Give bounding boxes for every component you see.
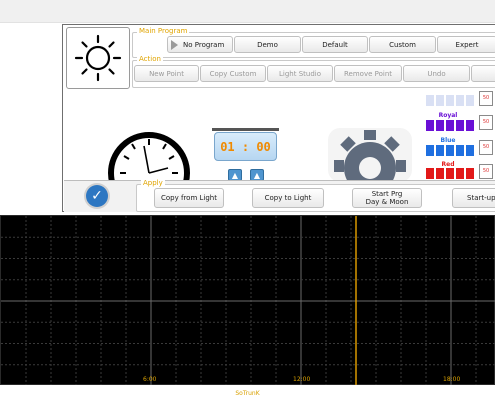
channel-label-red: Red [441,161,455,168]
channel-square [466,95,474,106]
checkmark-icon: ✓ [91,188,103,204]
channel-square [446,120,454,131]
channel-label-blue: Blue [440,137,456,144]
channel-square [466,168,474,179]
default-label: Default [322,40,348,49]
channel-square [446,145,454,156]
channel-square [426,168,434,179]
copy-from-light-button[interactable]: Copy from Light [154,188,224,208]
x-tick-label: 18:00 [443,376,461,383]
start-up-button[interactable]: Start-up se [452,188,495,208]
x-tick-label: 6:00 [143,376,157,383]
expert-label: Expert [455,40,479,49]
undo-button[interactable]: Undo [403,65,470,82]
expert-button[interactable]: Expert [437,36,495,53]
channel-square [456,145,464,156]
channel-square [436,168,444,179]
top-toolbar [0,0,495,23]
channel-value-input[interactable]: 50 [479,91,493,106]
timer-display: 01 : 00 [214,132,277,161]
remove-point-button[interactable]: Remove Point [334,65,402,82]
clock-icon[interactable] [104,128,194,184]
channel-square [446,168,454,179]
channel-square [436,145,444,156]
timer-bar [212,128,279,131]
channel-square [456,168,464,179]
channel-square [456,120,464,131]
apply-title: Apply [141,178,165,188]
demo-button[interactable]: Demo [234,36,301,53]
gear-icon[interactable] [328,128,412,182]
play-icon [171,39,178,50]
channel-square [466,145,474,156]
start-up-label: Start-up se [467,194,495,202]
footer-label: SoTrunK [235,390,260,397]
undo-label: Undo [427,69,446,78]
new-point-button[interactable]: New Point [134,65,199,82]
action-more-button[interactable] [471,65,495,82]
action-title: Action [137,54,163,64]
chevron-up-icon: ▲ [231,171,239,180]
channel-value-input[interactable]: 50 [479,164,493,179]
channel-square [436,95,444,106]
light-studio-button[interactable]: Light Studio [267,65,333,82]
channel-square [456,95,464,106]
custom-label: Custom [389,40,416,49]
start-prg-label: Start Prg Day & Moon [365,190,409,206]
channel-square [466,120,474,131]
demo-label: Demo [257,40,278,49]
start-prg-button[interactable]: Start Prg Day & Moon [352,188,422,208]
sun-icon [74,34,122,82]
default-button[interactable]: Default [302,36,368,53]
channel-square [426,145,434,156]
sun-mode-button[interactable] [66,27,130,89]
channel-value-input[interactable]: 50 [479,115,493,130]
channel-square [436,120,444,131]
copy-to-light-button[interactable]: Copy to Light [252,188,324,208]
no-program-label: No Program [183,40,225,49]
light-studio-label: Light Studio [279,69,321,78]
no-program-button[interactable]: No Program [167,36,233,53]
copy-to-light-label: Copy to Light [264,194,312,202]
custom-button[interactable]: Custom [369,36,436,53]
channel-label-royal: Royal [438,112,458,119]
chart-grid [1,216,495,386]
channel-square [446,95,454,106]
new-point-label: New Point [149,69,184,78]
copy-custom-label: Copy Custom [209,69,257,78]
light-chart[interactable] [0,215,495,386]
channel-square [426,120,434,131]
confirm-button[interactable]: ✓ [86,185,108,207]
copy-from-light-label: Copy from Light [161,194,217,202]
channel-square [426,95,434,106]
copy-custom-button[interactable]: Copy Custom [200,65,266,82]
chevron-up-icon: ▲ [253,171,261,180]
x-tick-label: 12:00 [293,376,311,383]
main-program-title: Main Program [137,26,190,36]
remove-point-label: Remove Point [343,69,392,78]
channel-value-input[interactable]: 50 [479,140,493,155]
